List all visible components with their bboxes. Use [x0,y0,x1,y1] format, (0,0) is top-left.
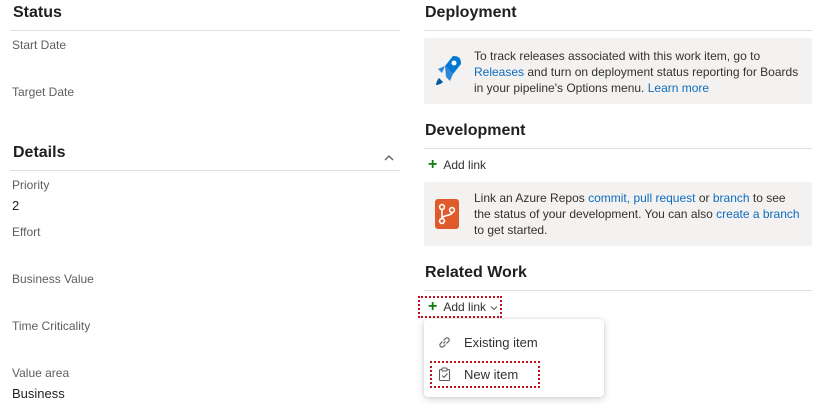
development-text-line1-end: to see [752,191,786,205]
start-date-field[interactable] [12,56,392,74]
related-work-section-title: Related Work [425,264,527,281]
existing-item-label: Existing item [464,334,538,350]
deployment-divider [424,30,812,31]
priority-field[interactable]: 2 [12,198,392,216]
development-text-or: or [698,191,710,205]
business-value-label: Business Value [12,272,94,286]
development-info-box: Link an Azure Repos commit, pull request… [424,182,812,246]
deployment-section-title: Deployment [425,4,517,21]
development-add-link-label: Add link [443,158,487,172]
priority-label: Priority [12,178,50,192]
learn-more-link[interactable]: Learn more [648,81,709,95]
plus-icon: + [428,156,438,173]
value-area-label: Value area [12,366,70,380]
deployment-text-line1: To track releases associated with this w… [474,49,761,63]
existing-item-menu-item[interactable]: Existing item [424,326,604,358]
chevron-up-icon[interactable] [382,150,396,161]
new-item-highlight [430,361,540,388]
development-divider [424,148,812,149]
time-criticality-label: Time Criticality [12,319,91,333]
target-date-label: Target Date [12,85,75,99]
value-area-field[interactable]: Business [12,386,392,404]
status-divider [10,30,400,31]
development-text-line3: to get started. [474,223,548,237]
commit-link[interactable]: commit, [588,191,630,205]
rocket-icon [433,54,463,88]
details-divider [10,170,400,171]
deployment-text-line3: in your pipeline's Options menu. [474,81,645,95]
development-section-title: Development [425,122,526,139]
effort-label: Effort [12,225,41,239]
add-link-highlight [418,296,502,318]
business-value-field[interactable] [12,290,392,308]
development-text-line1: Link an Azure Repos [474,191,585,205]
start-date-label: Start Date [12,38,67,52]
releases-link[interactable]: Releases [474,65,524,79]
details-section-title: Details [13,144,66,161]
link-icon [437,335,452,353]
target-date-field[interactable] [12,103,392,121]
time-criticality-field[interactable] [12,337,392,355]
pull-request-link[interactable]: pull request [633,191,695,205]
create-branch-link[interactable]: create a branch [716,207,799,221]
deployment-info-box: To track releases associated with this w… [424,38,812,104]
status-section-title: Status [13,4,62,21]
development-text-line2: the status of your development. You can … [474,207,713,221]
deployment-text-line2: and turn on deployment status reporting … [527,65,799,79]
effort-field[interactable] [12,243,392,261]
related-work-divider [424,290,812,291]
development-add-link-button[interactable]: + Add link [428,156,487,173]
repo-icon [434,198,460,230]
branch-link[interactable]: branch [713,191,750,205]
